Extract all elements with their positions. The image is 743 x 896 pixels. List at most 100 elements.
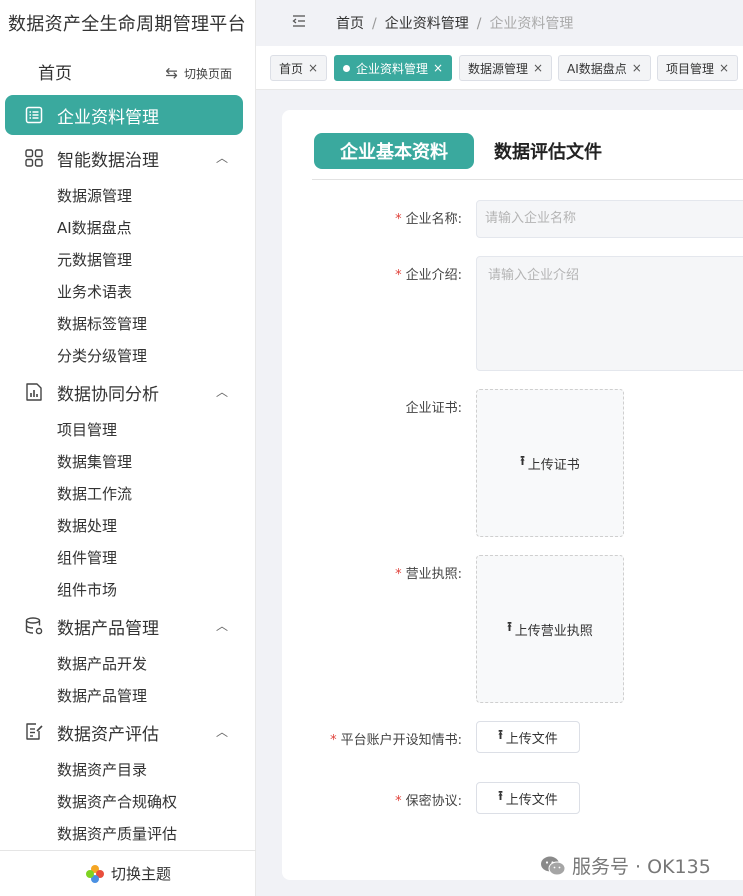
menu-fold-icon[interactable]: [292, 14, 306, 28]
tab-evaluation-files[interactable]: 数据评估文件: [494, 138, 602, 164]
sidebar-item-workflow[interactable]: 数据工作流: [57, 483, 132, 504]
business-license-label: * 营业执照:: [395, 567, 462, 582]
sidebar-item-projects[interactable]: 项目管理: [57, 419, 117, 440]
tab-label: AI数据盘点: [567, 61, 627, 76]
sidebar-group-collab-analysis[interactable]: 数据协同分析 ︿: [24, 379, 234, 405]
account-notice-upload-button[interactable]: ⭱ 上传文件: [476, 721, 580, 753]
company-name-input[interactable]: 请输入企业名称: [476, 200, 743, 238]
sidebar-item-ai-inventory[interactable]: AI数据盘点: [57, 217, 132, 238]
tab-label: 企业资料管理: [356, 61, 429, 76]
chevron-up-icon: ︿: [215, 151, 228, 165]
wechat-icon: [541, 856, 566, 875]
tab-bar: 首页 × 企业资料管理 × 数据源管理 × AI数据盘点 × 项目管理 ×: [256, 46, 743, 90]
sidebar-item-enterprise-info[interactable]: 企业资料管理: [5, 95, 243, 135]
breadcrumb-item[interactable]: 企业资料管理: [385, 16, 469, 32]
swap-icon: ⇆: [165, 64, 178, 82]
sidebar-item-home[interactable]: 首页: [38, 64, 72, 84]
upload-icon: ⭱: [498, 728, 503, 743]
business-license-upload[interactable]: ⭱ 上传营业执照: [476, 555, 624, 703]
sidebar-item-components[interactable]: 组件管理: [57, 547, 117, 568]
sidebar-item-product-manage[interactable]: 数据产品管理: [57, 685, 147, 706]
switch-theme-button[interactable]: 切换主题: [0, 850, 256, 896]
sidebar-group-label: 数据资产评估: [57, 724, 159, 745]
sidebar-item-asset-quality[interactable]: 数据资产质量评估: [57, 823, 177, 844]
sidebar-item-glossary[interactable]: 业务术语表: [57, 281, 132, 302]
company-intro-label: * 企业介绍:: [395, 268, 462, 283]
certificate-upload[interactable]: ⭱ 上传证书: [476, 389, 624, 537]
tab-home[interactable]: 首页 ×: [270, 55, 328, 81]
sidebar-item-label: 企业资料管理: [57, 107, 159, 128]
grid-icon: [25, 149, 43, 167]
breadcrumb-current: 企业资料管理: [489, 16, 574, 32]
tab-enterprise-info[interactable]: 企业资料管理 ×: [334, 55, 453, 81]
chevron-up-icon: ︿: [215, 725, 228, 739]
account-notice-label: * 平台账户开设知情书:: [330, 733, 462, 748]
switch-theme-label: 切换主题: [110, 865, 171, 883]
tab-label: 项目管理: [666, 61, 715, 76]
close-icon[interactable]: ×: [719, 61, 729, 75]
sidebar-item-processing[interactable]: 数据处理: [57, 515, 117, 536]
upload-icon: ⭱: [520, 454, 525, 469]
app-title: 数据资产全生命周期管理平台: [8, 14, 246, 35]
upload-label: 上传文件: [505, 731, 558, 747]
sidebar-item-classification[interactable]: 分类分级管理: [57, 345, 147, 366]
upload-label: 上传证书: [527, 457, 580, 473]
required-mark: *: [395, 212, 402, 227]
palette-icon: [85, 864, 104, 883]
certificate-label: 企业证书:: [405, 401, 462, 416]
upload-label: 上传营业执照: [514, 623, 593, 639]
list-icon: [25, 106, 43, 124]
tab-projects[interactable]: 项目管理 ×: [657, 55, 739, 81]
breadcrumb: 首页 / 企业资料管理 / 企业资料管理: [336, 16, 574, 32]
required-mark: *: [330, 733, 337, 748]
chevron-up-icon: ︿: [215, 385, 228, 399]
sidebar-group-label: 智能数据治理: [57, 150, 159, 171]
tab-ai-inventory[interactable]: AI数据盘点 ×: [558, 55, 651, 81]
required-mark: *: [395, 794, 402, 809]
close-icon[interactable]: ×: [433, 61, 443, 75]
tab-datasource[interactable]: 数据源管理 ×: [459, 55, 553, 81]
watermark: 服务号 · OK135: [540, 852, 711, 879]
tab-enterprise-basic-info[interactable]: 企业基本资料: [314, 133, 474, 169]
chevron-up-icon: ︿: [215, 619, 228, 633]
sidebar-group-data-products[interactable]: 数据产品管理 ︿: [24, 613, 234, 639]
upload-label: 上传文件: [505, 792, 558, 808]
database-gear-icon: [25, 617, 43, 635]
sidebar-item-datasets[interactable]: 数据集管理: [57, 451, 132, 472]
document-edit-icon: [26, 723, 43, 740]
active-dot-icon: [343, 64, 350, 72]
confidentiality-label: * 保密协议:: [395, 794, 462, 809]
sidebar-item-metadata[interactable]: 元数据管理: [57, 249, 132, 270]
segment-divider: [312, 179, 743, 180]
watermark-text: 服务号 · OK135: [572, 856, 711, 878]
sidebar-item-asset-catalog[interactable]: 数据资产目录: [57, 759, 147, 780]
report-chart-icon: [26, 383, 42, 401]
close-icon[interactable]: ×: [308, 61, 318, 75]
sidebar-group-label: 数据协同分析: [57, 384, 159, 405]
sidebar-group-data-governance[interactable]: 智能数据治理 ︿: [24, 145, 234, 171]
sidebar-item-data-tags[interactable]: 数据标签管理: [57, 313, 147, 334]
top-bar: 首页 / 企业资料管理 / 企业资料管理: [256, 0, 743, 46]
switch-page-button[interactable]: ⇆ 切换页面: [165, 64, 232, 82]
close-icon[interactable]: ×: [533, 61, 543, 75]
sidebar-item-product-dev[interactable]: 数据产品开发: [57, 653, 147, 674]
sidebar-item-datasource[interactable]: 数据源管理: [57, 185, 132, 206]
required-mark: *: [395, 567, 402, 582]
sidebar-home-row: 首页 ⇆ 切换页面: [38, 62, 238, 86]
tab-label: 首页: [279, 61, 304, 76]
company-intro-textarea[interactable]: 请输入企业介绍: [476, 256, 743, 371]
sidebar-group-label: 数据产品管理: [57, 618, 159, 639]
upload-icon: ⭱: [498, 789, 503, 804]
sidebar: 数据资产全生命周期管理平台 首页 ⇆ 切换页面 企业资料管理 智能数据治理 ︿: [0, 0, 256, 896]
main-card: 企业基本资料 数据评估文件 * 企业名称: 请输入企业名称 * 企业介绍: 请输入企…: [282, 110, 743, 880]
sidebar-item-component-market[interactable]: 组件市场: [57, 579, 117, 600]
sidebar-group-asset-evaluation[interactable]: 数据资产评估 ︿: [24, 719, 234, 745]
tab-label: 数据源管理: [468, 61, 529, 76]
switch-page-label: 切换页面: [183, 66, 232, 81]
sidebar-item-asset-compliance[interactable]: 数据资产合规确权: [57, 791, 177, 812]
close-icon[interactable]: ×: [632, 61, 642, 75]
breadcrumb-item[interactable]: 首页: [336, 16, 364, 32]
company-name-label: * 企业名称:: [395, 212, 462, 227]
confidentiality-upload-button[interactable]: ⭱ 上传文件: [476, 782, 580, 814]
required-mark: *: [395, 268, 402, 283]
